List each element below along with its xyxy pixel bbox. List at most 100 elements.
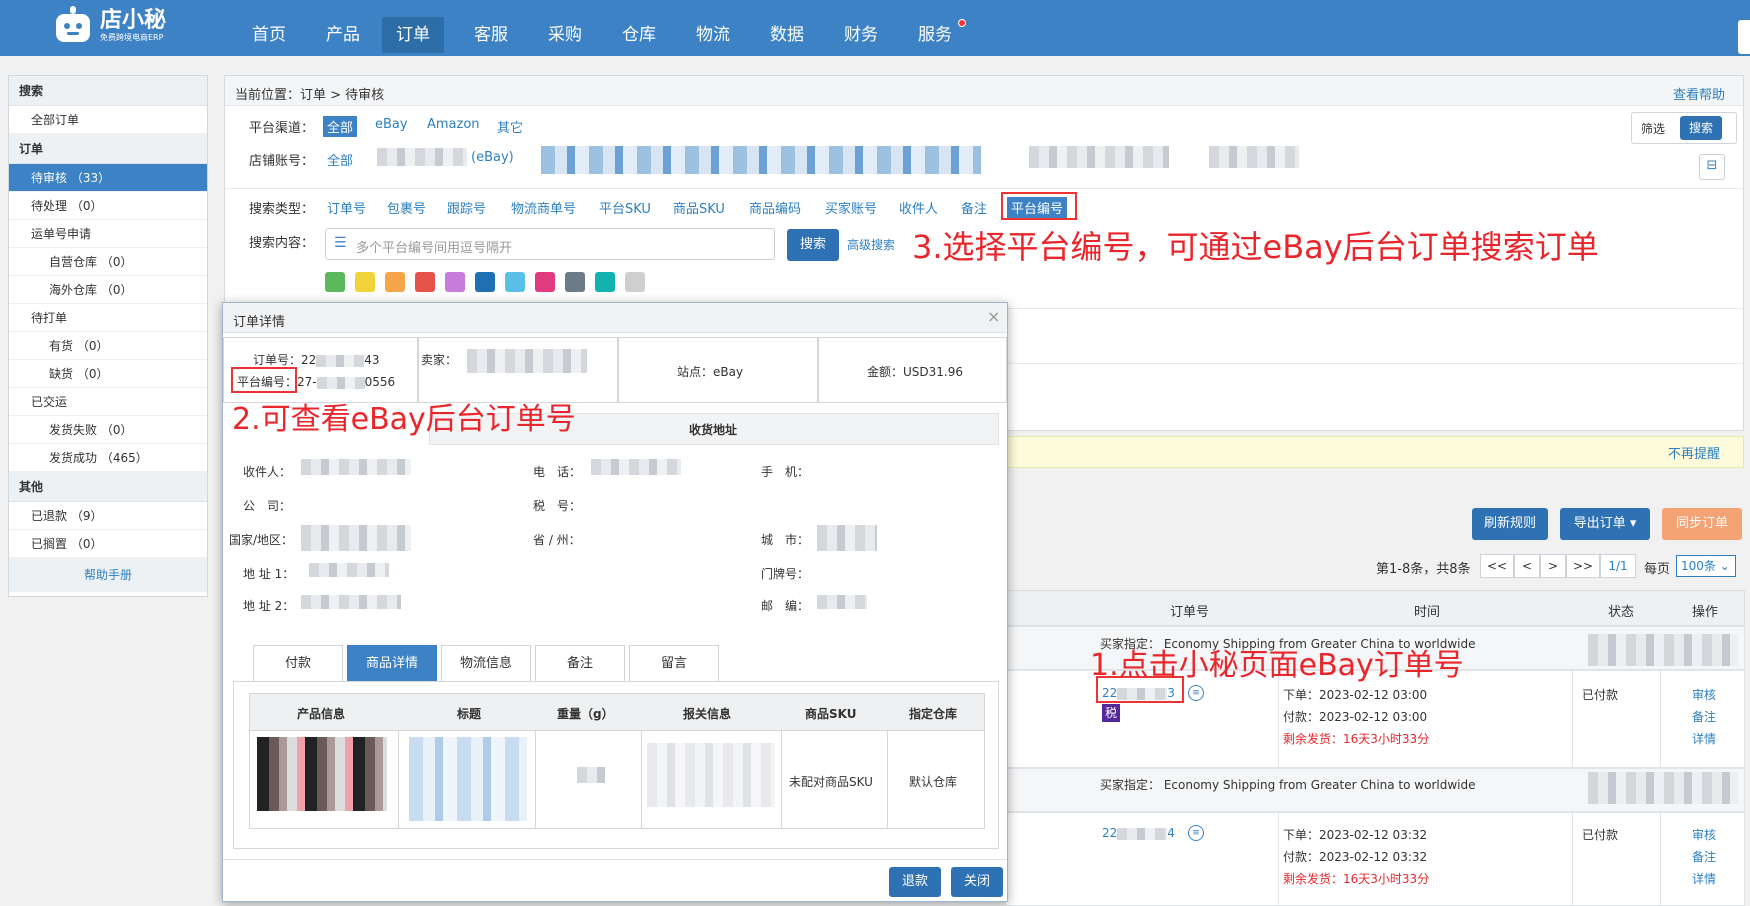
store-ebay-tag[interactable]: (eBay)	[471, 150, 514, 165]
sidebar-item-pending-review[interactable]: 待审核 （33）	[9, 164, 207, 192]
store-all[interactable]: 全部	[327, 150, 353, 169]
search-type-buyer-account[interactable]: 买家账号	[825, 198, 877, 217]
search-submit-button[interactable]: 搜索	[787, 229, 839, 261]
paging-last[interactable]: >>	[1566, 554, 1600, 578]
search-input[interactable]: ☰ 多个平台编号间用逗号隔开	[325, 228, 775, 260]
nav-logistics[interactable]: 物流	[682, 17, 744, 53]
nav-home[interactable]: 首页	[238, 17, 300, 53]
platform-other[interactable]: 其它	[497, 117, 523, 136]
filter-button[interactable]: 筛选	[1641, 120, 1665, 137]
sidebar-item-waybill-apply[interactable]: 运单号申请	[9, 220, 207, 248]
platform-no-prefix: 27-	[297, 375, 317, 389]
sync-orders-button[interactable]: 同步订单	[1662, 508, 1742, 540]
color-tag-3[interactable]	[385, 272, 405, 292]
action-detail[interactable]: 详情	[1692, 870, 1716, 887]
paging-first[interactable]: <<	[1480, 554, 1514, 578]
tab-product-detail[interactable]: 商品详情	[347, 645, 437, 681]
refresh-rules-button[interactable]: 刷新规则	[1472, 508, 1548, 540]
tab-payment[interactable]: 付款	[253, 645, 343, 681]
order-no-prefix: 22	[1102, 826, 1118, 840]
paging-current-page[interactable]: 1/1	[1600, 554, 1636, 578]
col-product-sku: 商品SKU	[805, 707, 857, 721]
order-placed-time: 下单：2023-02-12 03:00	[1283, 688, 1428, 702]
sidebar-item-ship-success[interactable]: 发货成功 （465）	[9, 444, 207, 472]
search-type-platform-sku[interactable]: 平台SKU	[599, 198, 651, 217]
per-page-select[interactable]: 100条 ⌄	[1676, 555, 1736, 577]
nav-data[interactable]: 数据	[756, 17, 818, 53]
notice-dismiss-link[interactable]: 不再提醒	[1668, 443, 1720, 462]
sidebar-item-all-orders[interactable]: 全部订单	[9, 106, 207, 134]
buyer-info-blurred	[1588, 772, 1738, 804]
view-help-link[interactable]: 查看帮助	[1673, 84, 1725, 103]
sidebar-item-own-warehouse[interactable]: 自营仓库 （0）	[9, 248, 207, 276]
sidebar-item-to-print[interactable]: 待打单	[9, 304, 207, 332]
search-type-product-code[interactable]: 商品编码	[749, 198, 801, 217]
sidebar-item-to-process[interactable]: 待处理 （0）	[9, 192, 207, 220]
remaining-ship-time: 剩余发货：16天3小时33分	[1283, 730, 1429, 747]
paging-next[interactable]: >	[1540, 554, 1566, 578]
sidebar-item-out-of-stock[interactable]: 缺货 （0）	[9, 360, 207, 388]
breadcrumb-path: 订单 > 待审核	[300, 88, 385, 103]
nav-products[interactable]: 产品	[312, 17, 374, 53]
action-review[interactable]: 审核	[1692, 686, 1716, 703]
refund-button[interactable]: 退款	[889, 867, 941, 897]
color-tag-7[interactable]	[505, 272, 525, 292]
color-tag-6[interactable]	[475, 272, 495, 292]
platform-all[interactable]: 全部	[323, 116, 358, 137]
tab-logistics[interactable]: 物流信息	[441, 645, 531, 681]
platform-amazon[interactable]: Amazon	[427, 117, 480, 132]
color-tag-10[interactable]	[595, 272, 615, 292]
export-orders-button[interactable]: 导出订单 ▾	[1560, 508, 1650, 540]
color-tag-5[interactable]	[445, 272, 465, 292]
tab-remark[interactable]: 备注	[535, 645, 625, 681]
sidebar-item-refunded[interactable]: 已退款 （9）	[9, 502, 207, 530]
search-type-product-sku[interactable]: 商品SKU	[673, 198, 725, 217]
search-type-carrier-no[interactable]: 物流商单号	[511, 198, 576, 217]
color-tag-11[interactable]	[625, 272, 645, 292]
close-button[interactable]: 关闭	[951, 867, 1003, 897]
modal-close-icon[interactable]: ×	[987, 307, 1000, 326]
search-type-order-no[interactable]: 订单号	[327, 198, 366, 217]
logo-subtext: 免费跨境电商ERP	[100, 33, 164, 42]
search-type-tracking-no[interactable]: 跟踪号	[447, 198, 486, 217]
search-type-package-no[interactable]: 包裹号	[387, 198, 426, 217]
search-type-remark[interactable]: 备注	[961, 198, 987, 217]
address2-label: 地 址 2：	[243, 599, 295, 613]
color-tag-1[interactable]	[325, 272, 345, 292]
action-remark[interactable]: 备注	[1692, 708, 1716, 725]
tab-message[interactable]: 留言	[629, 645, 719, 681]
action-remark[interactable]: 备注	[1692, 848, 1716, 865]
action-review[interactable]: 审核	[1692, 826, 1716, 843]
zip-label: 邮 编：	[761, 599, 810, 613]
sidebar-item-ship-failed[interactable]: 发货失败 （0）	[9, 416, 207, 444]
sidebar-item-on-hold[interactable]: 已搁置 （0）	[9, 530, 207, 558]
remaining-label: 剩余发货：	[1283, 872, 1344, 886]
sidebar-help-manual[interactable]: 帮助手册	[9, 558, 207, 592]
order-no-link[interactable]: 22 4	[1102, 826, 1175, 840]
nav-orders[interactable]: 订单	[382, 17, 444, 53]
search-mode-button[interactable]: 搜索	[1680, 116, 1722, 140]
sidebar-item-in-stock[interactable]: 有货 （0）	[9, 332, 207, 360]
nav-services[interactable]: 服务	[904, 17, 966, 53]
nav-warehouse[interactable]: 仓库	[608, 17, 670, 53]
user-avatar[interactable]	[1738, 20, 1750, 54]
message-icon[interactable]: ≡	[1188, 825, 1204, 841]
paging-prev[interactable]: <	[1514, 554, 1540, 578]
search-type-recipient[interactable]: 收件人	[899, 198, 938, 217]
product-image[interactable]	[257, 737, 387, 811]
color-tag-2[interactable]	[355, 272, 375, 292]
sidebar-item-shipped[interactable]: 已交运	[9, 388, 207, 416]
sidebar-item-overseas-warehouse[interactable]: 海外仓库 （0）	[9, 276, 207, 304]
collapse-icon[interactable]: ⊟	[1699, 154, 1725, 180]
nav-purchase[interactable]: 采购	[534, 17, 596, 53]
advanced-search-link[interactable]: 高级搜索	[847, 236, 895, 253]
platform-ebay[interactable]: eBay	[375, 117, 408, 132]
color-tag-8[interactable]	[535, 272, 555, 292]
nav-service[interactable]: 客服	[460, 17, 522, 53]
logo[interactable]: 店小秘 免费跨境电商ERP	[52, 6, 166, 46]
message-icon[interactable]: ≡	[1188, 685, 1204, 701]
nav-finance[interactable]: 财务	[830, 17, 892, 53]
color-tag-9[interactable]	[565, 272, 585, 292]
action-detail[interactable]: 详情	[1692, 730, 1716, 747]
color-tag-4[interactable]	[415, 272, 435, 292]
